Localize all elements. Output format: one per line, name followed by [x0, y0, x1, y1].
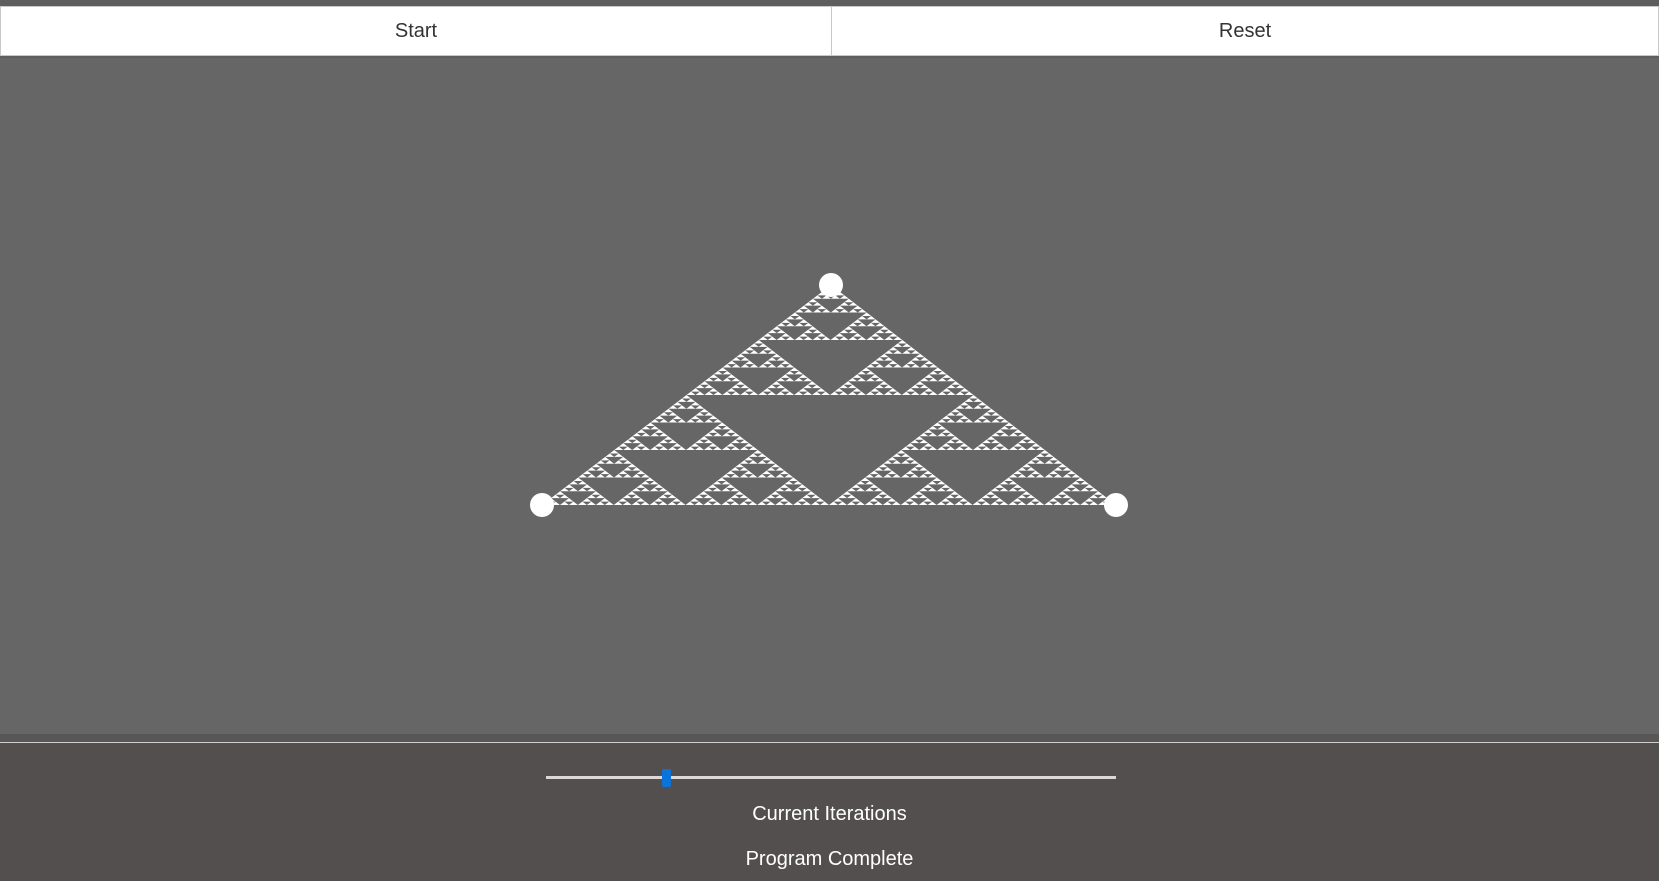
slider-thumb[interactable] — [661, 769, 671, 787]
triangle-holes — [546, 288, 1112, 505]
vertex-top-handle[interactable] — [819, 273, 843, 297]
vertex-left-handle[interactable] — [530, 493, 554, 517]
program-status: Program Complete — [745, 848, 914, 870]
iterations-slider[interactable] — [546, 769, 1116, 787]
sierpinski-triangle — [530, 273, 1128, 517]
control-panel: Current Iterations Program Complete — [0, 743, 1659, 881]
current-iterations-label: Current Iterations — [752, 803, 907, 825]
start-button[interactable]: Start — [0, 6, 832, 56]
reset-button[interactable]: Reset — [831, 6, 1659, 56]
slider-track — [546, 776, 1116, 779]
fractal-canvas — [0, 58, 1659, 734]
panel-divider — [0, 734, 1659, 743]
toolbar: Start Reset — [0, 0, 1659, 58]
vertex-right-handle[interactable] — [1104, 493, 1128, 517]
